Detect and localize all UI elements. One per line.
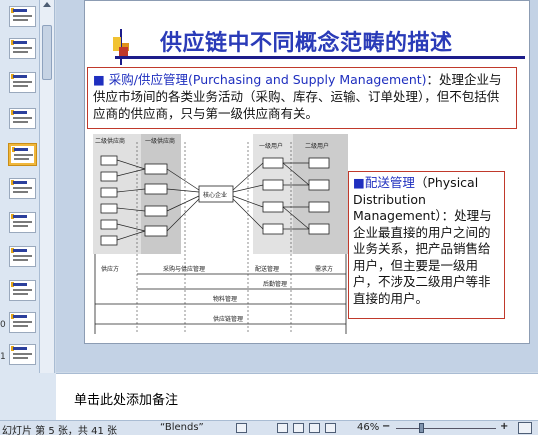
distribution-term: 配送管理 bbox=[364, 175, 415, 190]
thumbnail-text-line bbox=[13, 51, 28, 53]
thumbnail-title-bar bbox=[14, 148, 28, 151]
slide-thumbnail[interactable] bbox=[9, 212, 36, 233]
second-customer-band bbox=[293, 134, 348, 254]
bullet-icon: ■ bbox=[353, 175, 365, 190]
thumbnail-text-line bbox=[13, 221, 32, 223]
spellcheck-icon[interactable] bbox=[236, 423, 247, 433]
fit-to-window-icon[interactable] bbox=[518, 422, 532, 434]
supplier-side-label: 供应方 bbox=[101, 265, 119, 273]
thumbnail-text-line bbox=[13, 47, 32, 49]
thumbnail-title-bar bbox=[13, 249, 27, 252]
notes-placeholder[interactable]: 单击此处添加备注 bbox=[74, 389, 178, 408]
thumbnail-scrollbar[interactable] bbox=[40, 0, 55, 420]
zoom-slider-track[interactable] bbox=[396, 428, 496, 429]
distribution-definition-box[interactable]: ■配送管理（Physical Distribution Management）：… bbox=[348, 171, 505, 319]
slide-title[interactable]: 供应链中不同概念范畴的描述 bbox=[160, 25, 453, 57]
logistics-mgmt-label: 后勤管理 bbox=[263, 280, 287, 288]
thumbnail-text-line bbox=[13, 117, 32, 119]
thumbnail-text-line bbox=[13, 325, 28, 327]
zoom-out-button[interactable]: − bbox=[382, 421, 390, 432]
thumbnail-text-line bbox=[13, 191, 28, 193]
scroll-up-icon[interactable] bbox=[43, 2, 51, 7]
distribution-mgmt-label: 配送管理 bbox=[255, 265, 279, 273]
thumbnail-number: 1 bbox=[0, 352, 6, 362]
thumbnail-text-line bbox=[13, 259, 28, 261]
slide-thumbnail[interactable] bbox=[9, 344, 36, 365]
second-supplier-label: 二级供应商 bbox=[95, 137, 125, 145]
slide-thumbnail[interactable] bbox=[9, 246, 36, 267]
thumbnail-text-line bbox=[13, 187, 32, 189]
thumbnail-title-bar bbox=[13, 283, 27, 286]
purchasing-term: 采购/供应管理(Purchasing and Supply Management… bbox=[108, 72, 427, 87]
thumbnail-text-line bbox=[13, 289, 32, 291]
thumbnail-text-line bbox=[14, 158, 29, 160]
thumbnail-text-line bbox=[13, 81, 32, 83]
demand-side-label: 需求方 bbox=[315, 265, 333, 273]
thumbnail-text-line bbox=[13, 19, 28, 21]
zoom-slider-handle[interactable] bbox=[419, 423, 424, 433]
first-supplier-label: 一级供应商 bbox=[145, 137, 175, 145]
bullet-icon: ■ bbox=[93, 72, 105, 87]
title-underline bbox=[115, 56, 525, 59]
notes-left-filler bbox=[0, 373, 56, 420]
thumbnail-text-line bbox=[14, 154, 33, 156]
slide-count: 幻灯片 第 5 张，共 41 张 bbox=[2, 426, 117, 435]
slide-thumbnail[interactable] bbox=[9, 6, 36, 27]
thumbnail-number: 0 bbox=[0, 320, 6, 330]
status-bar: 幻灯片 第 5 张，共 41 张 “Blends” 46% − + bbox=[0, 420, 538, 435]
thumbnail-text-line bbox=[13, 293, 28, 295]
slide-thumbnail[interactable] bbox=[9, 38, 36, 59]
thumbnail-text-line bbox=[13, 85, 28, 87]
reading-view-icon[interactable] bbox=[309, 423, 320, 433]
notes-pane[interactable]: 单击此处添加备注 bbox=[56, 373, 538, 420]
thumbnail-title-bar bbox=[13, 9, 27, 12]
thumbnail-text-line bbox=[13, 357, 28, 359]
theme-name: “Blends” bbox=[160, 422, 204, 433]
slideshow-icon[interactable] bbox=[325, 423, 336, 433]
slide-thumbnail[interactable] bbox=[9, 312, 36, 333]
thumbnail-title-bar bbox=[13, 111, 27, 114]
zoom-in-button[interactable]: + bbox=[500, 421, 508, 432]
slide-sorter-icon[interactable] bbox=[293, 423, 304, 433]
thumbnail-text-line bbox=[13, 321, 32, 323]
title-accent-square-red bbox=[119, 47, 128, 56]
core-enterprise-label: 核心企业 bbox=[203, 191, 227, 199]
thumbnail-title-bar bbox=[13, 215, 27, 218]
purchasing-mgmt-label: 采购与供应管理 bbox=[163, 265, 205, 273]
thumbnail-text-line bbox=[13, 353, 32, 355]
slide-editing-area: 供应链中不同概念范畴的描述 ■ 采购/供应管理(Purchasing and S… bbox=[56, 0, 538, 372]
thumbnail-title-bar bbox=[13, 315, 27, 318]
supply-chain-diagram[interactable]: 二级供应商 一级供应商 一级用户 二级用户 核心企业 供应方 采购与供应管理 配… bbox=[93, 134, 348, 339]
supply-chain-mgmt-label: 供应链管理 bbox=[213, 315, 243, 323]
slide-thumbnail[interactable] bbox=[9, 72, 36, 93]
slide-thumbnail[interactable] bbox=[9, 178, 36, 199]
second-customer-label: 二级用户 bbox=[305, 142, 329, 150]
thumbnail-title-bar bbox=[13, 181, 27, 184]
thumbnail-title-bar bbox=[13, 75, 27, 78]
thumbnail-title-bar bbox=[13, 347, 27, 350]
thumbnail-title-bar bbox=[13, 41, 27, 44]
thumbnail-text-line bbox=[13, 121, 28, 123]
slide-thumbnail-pane[interactable]: 0123 bbox=[0, 0, 40, 420]
thumbnail-text-line bbox=[13, 255, 32, 257]
slide-thumbnail[interactable] bbox=[9, 280, 36, 301]
purchasing-definition-box[interactable]: ■ 采购/供应管理(Purchasing and Supply Manageme… bbox=[87, 67, 517, 129]
thumbnail-text-line bbox=[13, 15, 32, 17]
zoom-level[interactable]: 46% bbox=[357, 422, 379, 433]
first-customer-label: 一级用户 bbox=[259, 142, 283, 150]
materials-mgmt-label: 物料管理 bbox=[213, 295, 237, 303]
slide-canvas[interactable]: 供应链中不同概念范畴的描述 ■ 采购/供应管理(Purchasing and S… bbox=[84, 0, 530, 344]
slide-thumbnail[interactable] bbox=[9, 144, 36, 165]
scrollbar-thumb[interactable] bbox=[42, 25, 52, 80]
thumbnail-text-line bbox=[13, 225, 28, 227]
slide-thumbnail[interactable] bbox=[9, 108, 36, 129]
normal-view-icon[interactable] bbox=[277, 423, 288, 433]
